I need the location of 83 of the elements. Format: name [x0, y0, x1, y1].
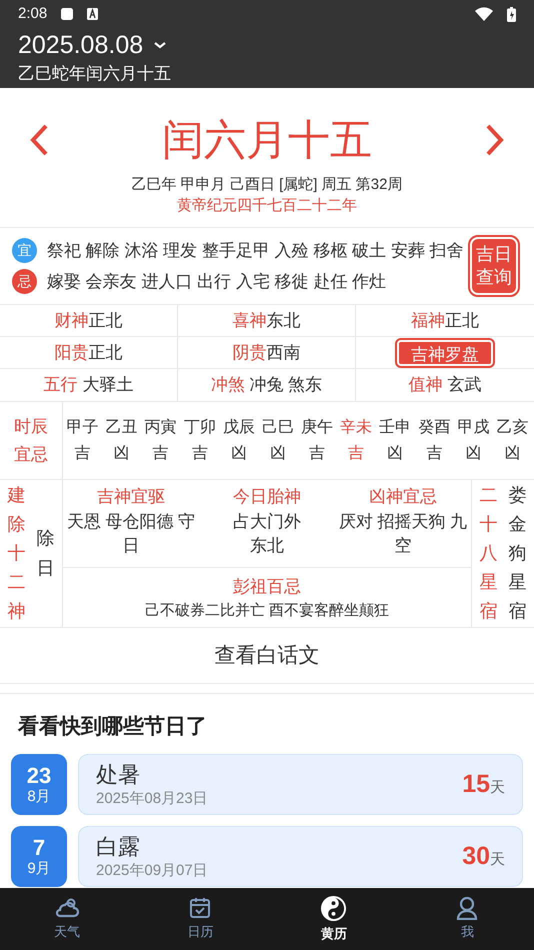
- direction-item: 值神 玄武: [408, 374, 482, 396]
- hour-name: 丙寅: [144, 418, 177, 438]
- hour-verdict: 吉: [426, 444, 442, 464]
- lucky-day-button[interactable]: 吉日查询: [470, 237, 518, 295]
- calendar-icon: [188, 896, 212, 920]
- xingxiu-value: 娄金狗星宿: [508, 484, 526, 624]
- festival-date: 2025年09月07日: [96, 860, 209, 880]
- column-title: 今日胎神: [233, 486, 301, 508]
- nav-tab[interactable]: 天气: [0, 888, 134, 950]
- suitable-badge: 宜: [12, 238, 37, 263]
- column-title: 凶神宜忌: [369, 486, 437, 508]
- era-line: 黄帝纪元四千七百二十二年: [177, 196, 357, 216]
- notification-icon: [61, 8, 74, 20]
- days-remaining: 30天: [462, 840, 505, 872]
- hour-name: 辛未: [340, 418, 372, 438]
- keyboard-icon: [87, 8, 98, 20]
- chevron-down-icon[interactable]: [153, 41, 168, 49]
- hour-name: 丁卯: [184, 418, 216, 438]
- direction-item: 福神正北: [411, 310, 479, 332]
- badge-month: 8月: [27, 788, 51, 806]
- column-text: 天恩 母仓阳德 守日: [66, 511, 196, 557]
- hour-name: 癸酉: [418, 418, 450, 438]
- hour-verdict: 凶: [230, 444, 247, 464]
- festival-card[interactable]: 处暑 2025年08月23日 15天: [78, 754, 523, 815]
- hour-verdict: 吉: [74, 444, 91, 464]
- hour-name: 壬申: [379, 418, 412, 438]
- activity-list: 祭祀 解除 沐浴 理发 整手足甲 入殓 移柩 破土 安葬 扫舍: [47, 236, 464, 265]
- column-text: 厌对 招摇天狗 九空: [338, 511, 468, 557]
- festival-card[interactable]: 白露 2025年09月07日 30天: [78, 826, 523, 887]
- nav-tab[interactable]: 黄历: [267, 888, 400, 950]
- direction-item: 冲煞 冲兔 煞东: [210, 374, 322, 396]
- lunar-day-title: 闰六月十五: [162, 115, 372, 165]
- battery-icon: [507, 6, 516, 22]
- yin-yang-icon: [320, 894, 348, 922]
- hour-name: 乙丑: [106, 418, 138, 438]
- jianchu-value: 除日: [36, 527, 54, 580]
- avoid-badge: 忌: [12, 269, 37, 294]
- badge-day: 7: [32, 836, 46, 860]
- status-time: 2:08: [18, 4, 48, 24]
- direction-item: 阳贵正北: [54, 342, 122, 364]
- activity-list: 嫁娶 会亲友 进人口 出行 入宅 移徙 赴任 作灶: [47, 267, 386, 296]
- festival-date: 2025年08月23日: [96, 788, 209, 808]
- direction-item: 五行 大驿土: [44, 374, 134, 396]
- hour-verdict: 凶: [387, 444, 404, 464]
- wifi-icon: [475, 7, 493, 21]
- date-title[interactable]: 2025.08.08: [18, 30, 144, 60]
- column-title: 吉神宜驱: [97, 486, 165, 508]
- hour-verdict: 吉: [192, 444, 208, 464]
- direction-item: 喜神东北: [232, 310, 300, 332]
- ganzhi-line: 乙巳年 甲申月 己酉日 [属蛇] 周五 第32周: [132, 175, 402, 195]
- hour-name: 甲戌: [457, 418, 490, 438]
- column-text: 占大门外东北: [232, 511, 302, 557]
- hour-verdict: 凶: [504, 444, 520, 464]
- badge-month: 9月: [27, 860, 51, 878]
- pengzu-text: 己不破券二比并亡 酉不宴客醉坐颠狂: [144, 600, 390, 620]
- hour-verdict: 吉: [152, 444, 169, 464]
- pengzu-title: 彭祖百忌: [233, 576, 301, 598]
- days-remaining: 15天: [462, 768, 505, 800]
- hour-name: 庚午: [301, 418, 334, 438]
- hour-name: 甲子: [66, 418, 99, 438]
- direction-item: 财神正北: [54, 310, 122, 332]
- festivals-title: 看看快到哪些节日了: [16, 714, 208, 740]
- festival-name: 处暑: [96, 760, 141, 788]
- nav-tab[interactable]: 日历: [134, 888, 267, 950]
- hour-verdict: 凶: [465, 444, 482, 464]
- hour-verdict: 凶: [270, 444, 286, 464]
- direction-item: 阴贵西南: [232, 342, 300, 364]
- jianchu-label: 建除十二神: [8, 484, 26, 624]
- badge-day: 23: [26, 764, 52, 788]
- person-icon: [456, 896, 478, 920]
- hours-label: 时辰宜忌: [14, 416, 48, 466]
- hour-verdict: 凶: [114, 444, 130, 464]
- hour-name: 乙亥: [496, 418, 528, 438]
- vernacular-button[interactable]: 查看白话文: [214, 640, 320, 672]
- lunar-date: 乙巳蛇年闰六月十五: [18, 63, 172, 85]
- hour-verdict: 吉: [348, 444, 364, 464]
- hour-name: 己巳: [262, 418, 294, 438]
- hour-name: 戊辰: [222, 418, 255, 438]
- festival-name: 白露: [96, 832, 141, 860]
- nav-tab[interactable]: 我: [400, 888, 534, 950]
- xingxiu-label: 二十八星宿: [480, 484, 498, 624]
- compass-button[interactable]: 吉神罗盘: [397, 340, 493, 366]
- hour-verdict: 吉: [309, 444, 326, 464]
